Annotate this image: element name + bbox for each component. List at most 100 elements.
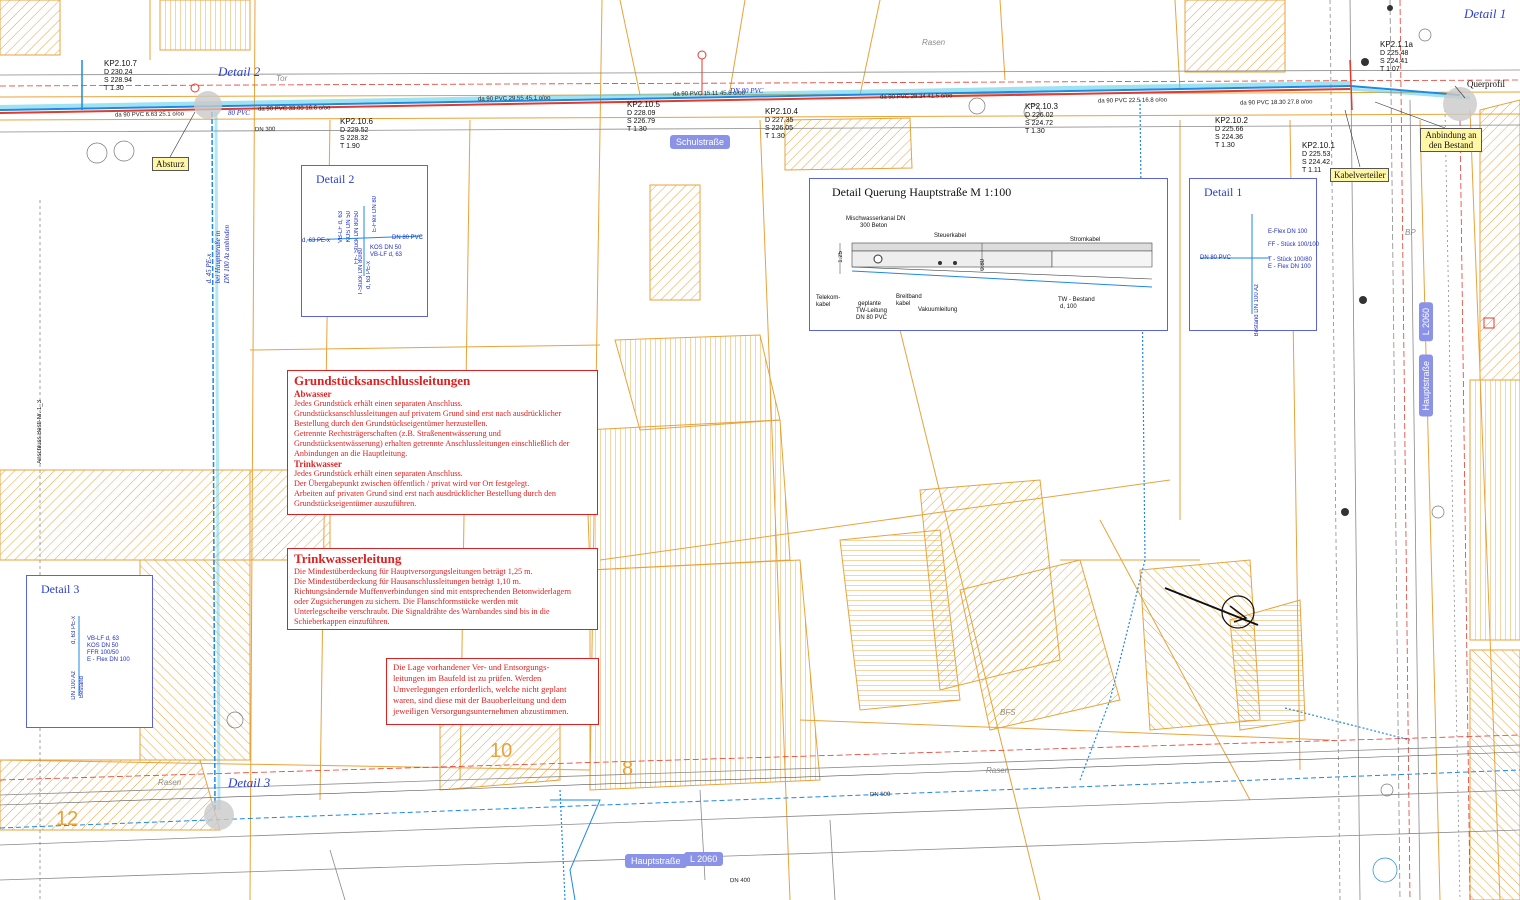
detail-2-l5: DN 80 PVC — [392, 235, 424, 241]
quer-dim1: 1.25 — [838, 251, 844, 263]
detail-3-l0: d, 63 PE-x — [71, 616, 77, 645]
label-rasen-top: Rasen — [922, 38, 946, 47]
note-abwasser-line: Grundstücksanschlussleitungen auf privat… — [294, 409, 562, 418]
field-number-12: 12 — [56, 808, 79, 830]
detail-querung-box[interactable]: Detail Querung Hauptstraße M 1:100 Misch… — [809, 178, 1168, 331]
note-tw-line: Richtungsändernde Muffenverbindungen sin… — [294, 587, 572, 596]
quer-breitband: Breitband — [896, 294, 922, 300]
dn80-label: DN 80 PVC — [730, 87, 764, 95]
pipe-label-b: da 90 PVC 33.00 16.6 o/oo — [257, 105, 331, 113]
detail-1-l1: FF - Stück 100/100 — [1268, 242, 1320, 248]
detail-2-tag[interactable]: Detail 2 — [218, 64, 260, 80]
note-lage: Die Lage vorhandener Ver- und Entsorgung… — [386, 658, 599, 725]
note-trinkwasserleitung: Trinkwasserleitung Die Mindestüberdeckun… — [287, 548, 598, 630]
kp-2-10-6: KP2.10.6 D 229.52 S 228.32 T 1.90 — [340, 117, 373, 151]
detail-3-l3: FFR 100/50 — [87, 650, 119, 656]
quer-geplante: geplante — [858, 301, 882, 307]
note-lage-line: leitungen im Baufeld ist zu prüfen. Werd… — [393, 673, 542, 683]
note-abwasser-line: Jedes Grundstück erhält einen separaten … — [294, 399, 463, 408]
detail-1-l5: Bestand DN 100 Az — [1254, 284, 1260, 337]
pipe-label-f: da 90 PVC 22.5 16.8 o/oo — [1097, 97, 1168, 105]
note-abwasser-line: Grundstücksentwässerung) erhalten getren… — [294, 439, 570, 448]
detail-3-l5: DN 100 Az — [71, 671, 77, 700]
label-bfs: BFS — [1000, 708, 1016, 717]
quer-tw: TW-Leitung — [856, 308, 887, 314]
pipe-label-e: da 90 PVC 28.34 41.5 o/oo — [879, 93, 953, 101]
detail-2-l6: KOS DN 50 — [370, 245, 402, 251]
quer-twb: TW - Bestand — [1058, 297, 1095, 303]
note-tw-line: Unterlegscheibe verschraubt. Die Signald… — [294, 607, 550, 616]
detail-2-l0: d, 63 PE-x — [302, 238, 331, 244]
note-lage-line: Die Lage vorhandener Ver- und Entsorgung… — [393, 662, 550, 672]
road-tag-l2060-bottom: L 2060 — [684, 852, 724, 866]
absturz-callout: Absturz — [152, 157, 189, 171]
note-abwasser-line: Anbindungen an die Hauptleitung. — [294, 449, 408, 458]
detail-1-l3: E - Flex DN 100 — [1268, 264, 1311, 270]
detail-2-l4: E-Flex DN 80 — [372, 196, 378, 233]
detail-3-l6: Bestand — [79, 676, 85, 699]
anbindung-callout: Anbindung an den Bestand — [1420, 128, 1482, 152]
quer-misch: Mischwasserkanal DN — [846, 216, 906, 222]
quer-steuer: Steuerkabel — [934, 233, 967, 239]
detail-2-l8: T-Stück DN 80/80 — [358, 248, 364, 296]
querprofil-label: Querprofil — [1467, 79, 1505, 89]
note-tw-line: Schieberkappen einzuführen. — [294, 617, 390, 626]
label-rasen-mid: Rasen — [158, 778, 182, 787]
kp-2-10-3: KP2.10.3 D 226.02 S 224.72 T 1.30 — [1025, 102, 1058, 136]
kp-2-10-4: KP2.10.4 D 227.35 S 226.05 T 1.30 — [765, 107, 798, 141]
kp-2-10-2: KP2.10.2 D 225.66 S 224.36 T 1.30 — [1215, 116, 1248, 150]
note-trinkwasser-line: Jedes Grundstück erhält einen separaten … — [294, 469, 463, 478]
dn400-label: DN 400 — [729, 877, 751, 885]
road-tag-hauptstrasse-bottom: Hauptstraße — [625, 854, 687, 868]
field-number-8: 8 — [622, 758, 634, 780]
dn300-label: DN 300 — [254, 126, 276, 134]
branch-vertical-label: d. 45 PE-x bei Hauptstraße in DN 100 Az an… — [205, 225, 231, 284]
quer-telekom2: kabel — [816, 302, 831, 308]
detail-3-box[interactable]: Detail 3 d, 63 PE-x VB-LF d, 63 KOS DN 5… — [26, 575, 153, 728]
detail-1-tag[interactable]: Detail 1 — [1464, 6, 1506, 22]
dn500-label: DN 500 — [869, 791, 891, 799]
road-tag-l2060-right: L 2060 — [1419, 302, 1433, 342]
quer-strom: Stromkabel — [1070, 237, 1101, 243]
kp-2-10-5: KP2.10.5 D 228.09 S 226.79 T 1.30 — [627, 100, 660, 134]
note-tw-line: Die Mindestüberdeckung für Hauptversorgu… — [294, 567, 533, 576]
detail-2-l7: VB-LF d, 63 — [370, 252, 403, 258]
note-trinkwasser-line: Arbeiten auf privaten Grund sind erst na… — [294, 489, 556, 498]
note-trinkwasser-line: Der Übergabepunkt zwischen öffentlich / … — [294, 479, 530, 488]
quer-dn80: DN 80 PVC — [856, 315, 888, 321]
detail-1-drawing — [1200, 214, 1270, 314]
quer-vakuum: Vakuumleitung — [918, 307, 958, 313]
label-tor: Tor — [276, 74, 288, 83]
left-edge-label: Anschluss Bestl-Nr. 1_3 — [37, 400, 43, 464]
building-hatches — [0, 0, 1520, 900]
note-grundstueck-title: Grundstücksanschlussleitungen — [294, 373, 471, 388]
pipe-label-a: da 90 PVC 6.63 25.1 o/oo — [114, 111, 185, 119]
note-lage-line: Umverlegungen erforderlich, welche nicht… — [393, 684, 567, 694]
quer-telekom: Telekom- — [816, 295, 841, 301]
detail-1-box[interactable]: Detail 1 E-Flex DN 100 FF - Stück 100/10… — [1189, 178, 1320, 336]
detail-3-l1: VB-LF d, 63 — [87, 636, 120, 642]
quer-breitband2: kabel — [896, 301, 911, 307]
note-abwasser-heading: Abwasser — [294, 389, 332, 399]
note-lage-line: jeweiligen Versorgungsunternehmen abzust… — [393, 706, 569, 716]
detail-2-l1: VB-LF d, 63 — [338, 211, 344, 244]
kabelverteiler-callout: Kabelverteiler — [1330, 168, 1390, 182]
label-bp: BP — [1405, 228, 1416, 237]
site-plan-map — [0, 0, 1520, 900]
detail-3-tag[interactable]: Detail 3 — [228, 775, 270, 791]
note-trinkwasser-heading: Trinkwasser — [294, 459, 342, 469]
detail-2-l9: d, 63 PE-x — [366, 261, 372, 290]
note-trinkwasserleitung-title: Trinkwasserleitung — [294, 551, 402, 566]
kp-2-10-1: KP2.10.1 D 225.53 S 224.42 T 1.11 — [1302, 141, 1335, 175]
detail-1-l2: T - Stück 100/80 — [1268, 257, 1312, 263]
detail-2-box[interactable]: Detail 2 d, 63 PE-x VB-LF d, 63 KOS DN 5… — [301, 165, 428, 317]
detail-3-l2: KOS DN 50 — [87, 643, 119, 649]
pipe-label-g: da 90 PVC 18.30 27.8 o/oo — [1239, 99, 1313, 107]
note-abwasser-line: Bestellung durch den Grundstückseigentüm… — [294, 419, 488, 428]
note-grundstuecksanschluss: Grundstücksanschlussleitungen Abwasser J… — [287, 370, 598, 515]
label-rasen-bottom: Rasen — [986, 766, 1010, 775]
note-abwasser-line: Getrennte Rechtsträgerschaften (z.B. Str… — [294, 429, 501, 438]
dn80-short-label: 80 PVC — [228, 109, 250, 117]
quer-twb2: d, 100 — [1060, 304, 1077, 310]
detail-2-l2: KOS DN 50 — [346, 211, 352, 243]
